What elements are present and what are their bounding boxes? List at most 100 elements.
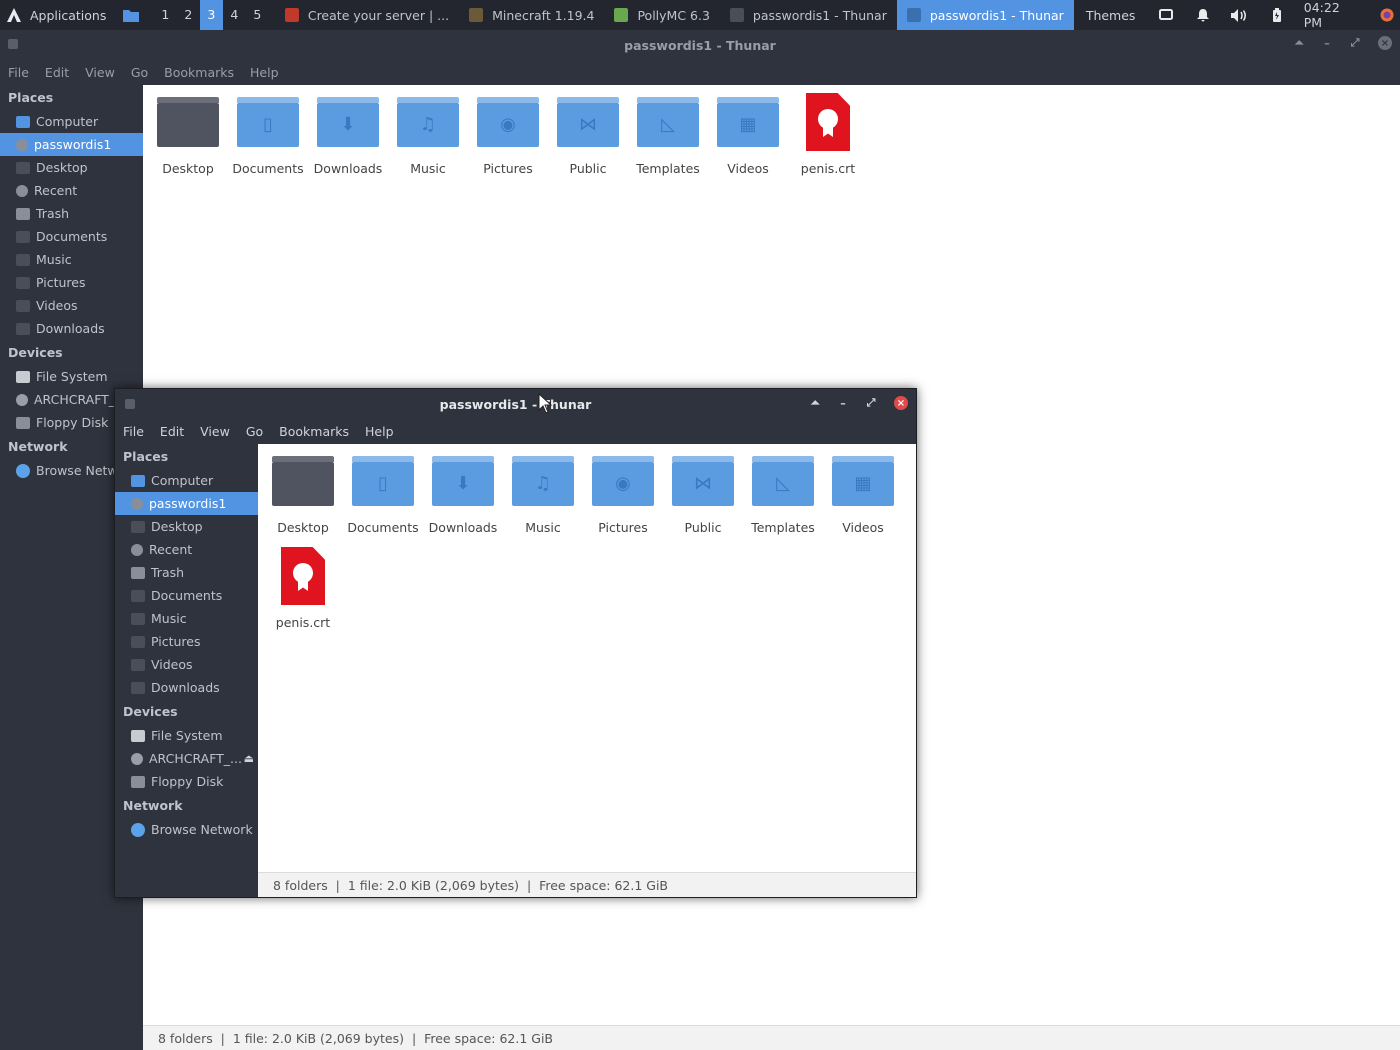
sidebar-item-recent[interactable]: Recent <box>0 179 143 202</box>
file-item-templates[interactable]: ◺ Templates <box>743 456 823 551</box>
shade-button[interactable]: ⏶ <box>810 396 820 410</box>
side-pane: Places Computer passwordis1 Desktop Recent Tr… <box>115 444 258 897</box>
file-item-videos[interactable]: ▦ Videos <box>708 97 788 192</box>
menu-help[interactable]: Help <box>250 65 279 80</box>
workspace-4[interactable]: 4 <box>223 0 246 30</box>
clock[interactable]: 04:22 PM <box>1296 0 1375 30</box>
window-titlebar[interactable]: passwordis1 - Thunar ⏶ – ⤢ × <box>115 389 916 419</box>
workspace-5[interactable]: 5 <box>246 0 269 30</box>
taskbar-item[interactable]: passwordis1 - Thunar <box>720 0 897 30</box>
file-manager-launcher[interactable] <box>116 9 145 22</box>
maximize-button[interactable]: ⤢ <box>1350 36 1360 50</box>
file-item-label: Public <box>684 520 722 535</box>
file-item-documents[interactable]: ▯ Documents <box>343 456 423 551</box>
notification-bell-icon[interactable] <box>1185 0 1222 30</box>
sidebar-item-passwordis1[interactable]: passwordis1 <box>115 492 258 515</box>
window-title: passwordis1 - Thunar <box>624 37 776 53</box>
file-item-public[interactable]: ⋈ Public <box>663 456 743 551</box>
minimize-button[interactable]: – <box>838 397 848 410</box>
maximize-button[interactable]: ⤢ <box>866 396 876 410</box>
sidebar-item-documents[interactable]: Documents <box>0 225 143 248</box>
menu-edit[interactable]: Edit <box>45 65 69 80</box>
menu-bookmarks[interactable]: Bookmarks <box>164 65 234 80</box>
sidebar-item-downloads[interactable]: Downloads <box>115 676 258 699</box>
taskbar-item[interactable]: Minecraft 1.19.4 <box>459 0 604 30</box>
sidebar-item-videos[interactable]: Videos <box>0 294 143 317</box>
sidebar-item-videos[interactable]: Videos <box>115 653 258 676</box>
workspace-1[interactable]: 1 <box>154 0 177 30</box>
battery-icon[interactable] <box>1259 0 1296 30</box>
thunar-icon <box>906 8 921 22</box>
applications-label: Applications <box>30 7 107 23</box>
sidebar-item-computer[interactable]: Computer <box>115 469 258 492</box>
sidebar-device-item[interactable]: File System <box>115 724 258 747</box>
sidebar-item-music[interactable]: Music <box>115 607 258 630</box>
file-item-templates[interactable]: ◺ Templates <box>628 97 708 192</box>
shade-button[interactable]: ⏶ <box>1294 36 1304 50</box>
file-item-public[interactable]: ⋈ Public <box>548 97 628 192</box>
sidebar-device-item[interactable]: Floppy Disk <box>115 770 258 793</box>
applications-menu[interactable]: Applications <box>0 0 116 30</box>
menu-go[interactable]: Go <box>131 65 148 80</box>
file-item-pictures[interactable]: ◉ Pictures <box>583 456 663 551</box>
menu-file[interactable]: File <box>8 65 29 80</box>
sidebar-item-desktop[interactable]: Desktop <box>115 515 258 538</box>
close-button[interactable]: × <box>1378 36 1392 50</box>
taskbar-item[interactable]: passwordis1 - Thunar <box>896 0 1074 30</box>
file-item-documents[interactable]: ▯ Documents <box>228 97 308 192</box>
sidebar-item-label: ARCHCRAFT_... <box>149 751 242 766</box>
sidebar-item-label: Recent <box>149 542 193 557</box>
screen-icon[interactable] <box>1147 0 1184 30</box>
file-item-videos[interactable]: ▦ Videos <box>823 456 903 551</box>
menu-view[interactable]: View <box>85 65 115 80</box>
menu-file[interactable]: File <box>123 424 144 439</box>
file-item-downloads[interactable]: ⬇ Downloads <box>308 97 388 192</box>
sidebar-item-desktop[interactable]: Desktop <box>0 156 143 179</box>
sidebar-item-downloads[interactable]: Downloads <box>0 317 143 340</box>
file-item-desktop[interactable]: Desktop <box>148 97 228 192</box>
taskbar-item[interactable]: Create your server | ... <box>275 0 459 30</box>
file-item-music[interactable]: ♫ Music <box>503 456 583 551</box>
sidebar-item-trash[interactable]: Trash <box>0 202 143 225</box>
file-item-pictures[interactable]: ◉ Pictures <box>468 97 548 192</box>
sidebar-device-item[interactable]: File System <box>0 365 143 388</box>
menu-help[interactable]: Help <box>365 424 394 439</box>
sidebar-item-recent[interactable]: Recent <box>115 538 258 561</box>
sidebar-item-documents[interactable]: Documents <box>115 584 258 607</box>
statusbar: 8 folders | 1 file: 2.0 KiB (2,069 bytes… <box>258 872 916 897</box>
thunar-icon <box>729 8 744 22</box>
file-item-music[interactable]: ♫ Music <box>388 97 468 192</box>
window-menu-icon[interactable] <box>125 399 135 409</box>
file-item-downloads[interactable]: ⬇ Downloads <box>423 456 503 551</box>
computer-icon <box>16 115 30 128</box>
videos-icon <box>16 299 30 312</box>
sidebar-item-music[interactable]: Music <box>0 248 143 271</box>
firefox-icon[interactable] <box>1375 0 1400 30</box>
sidebar-device-item[interactable]: ARCHCRAFT_... ⏏ <box>115 747 258 770</box>
sidebar-item-label: Desktop <box>36 160 88 175</box>
workspace-2[interactable]: 2 <box>177 0 200 30</box>
window-menu-icon[interactable] <box>8 39 18 49</box>
file-item-penis-crt[interactable]: penis.crt <box>788 93 868 192</box>
workspace-3[interactable]: 3 <box>199 0 223 30</box>
file-item-penis-crt[interactable]: penis.crt <box>263 547 343 646</box>
close-button[interactable]: × <box>894 396 908 410</box>
menu-go[interactable]: Go <box>246 424 263 439</box>
sidebar-item-pictures[interactable]: Pictures <box>115 630 258 653</box>
volume-icon[interactable] <box>1222 0 1259 30</box>
sidebar-item-pictures[interactable]: Pictures <box>0 271 143 294</box>
menu-view[interactable]: View <box>200 424 230 439</box>
menu-edit[interactable]: Edit <box>160 424 184 439</box>
sidebar-item-passwordis1[interactable]: passwordis1 <box>0 133 143 156</box>
sidebar-item-label: Trash <box>36 206 70 221</box>
menu-bookmarks[interactable]: Bookmarks <box>279 424 349 439</box>
taskbar-item[interactable]: PollyMC 6.3 <box>604 0 719 30</box>
eject-icon[interactable]: ⏏ <box>244 752 254 765</box>
file-item-desktop[interactable]: Desktop <box>263 456 343 551</box>
sidebar-item-computer[interactable]: Computer <box>0 110 143 133</box>
sidebar-item-browse-network[interactable]: Browse Network <box>115 818 258 841</box>
minimize-button[interactable]: – <box>1322 37 1332 50</box>
themes-button[interactable]: Themes <box>1074 8 1148 23</box>
window-titlebar[interactable]: passwordis1 - Thunar ⏶ – ⤢ × <box>0 30 1400 60</box>
sidebar-item-trash[interactable]: Trash <box>115 561 258 584</box>
